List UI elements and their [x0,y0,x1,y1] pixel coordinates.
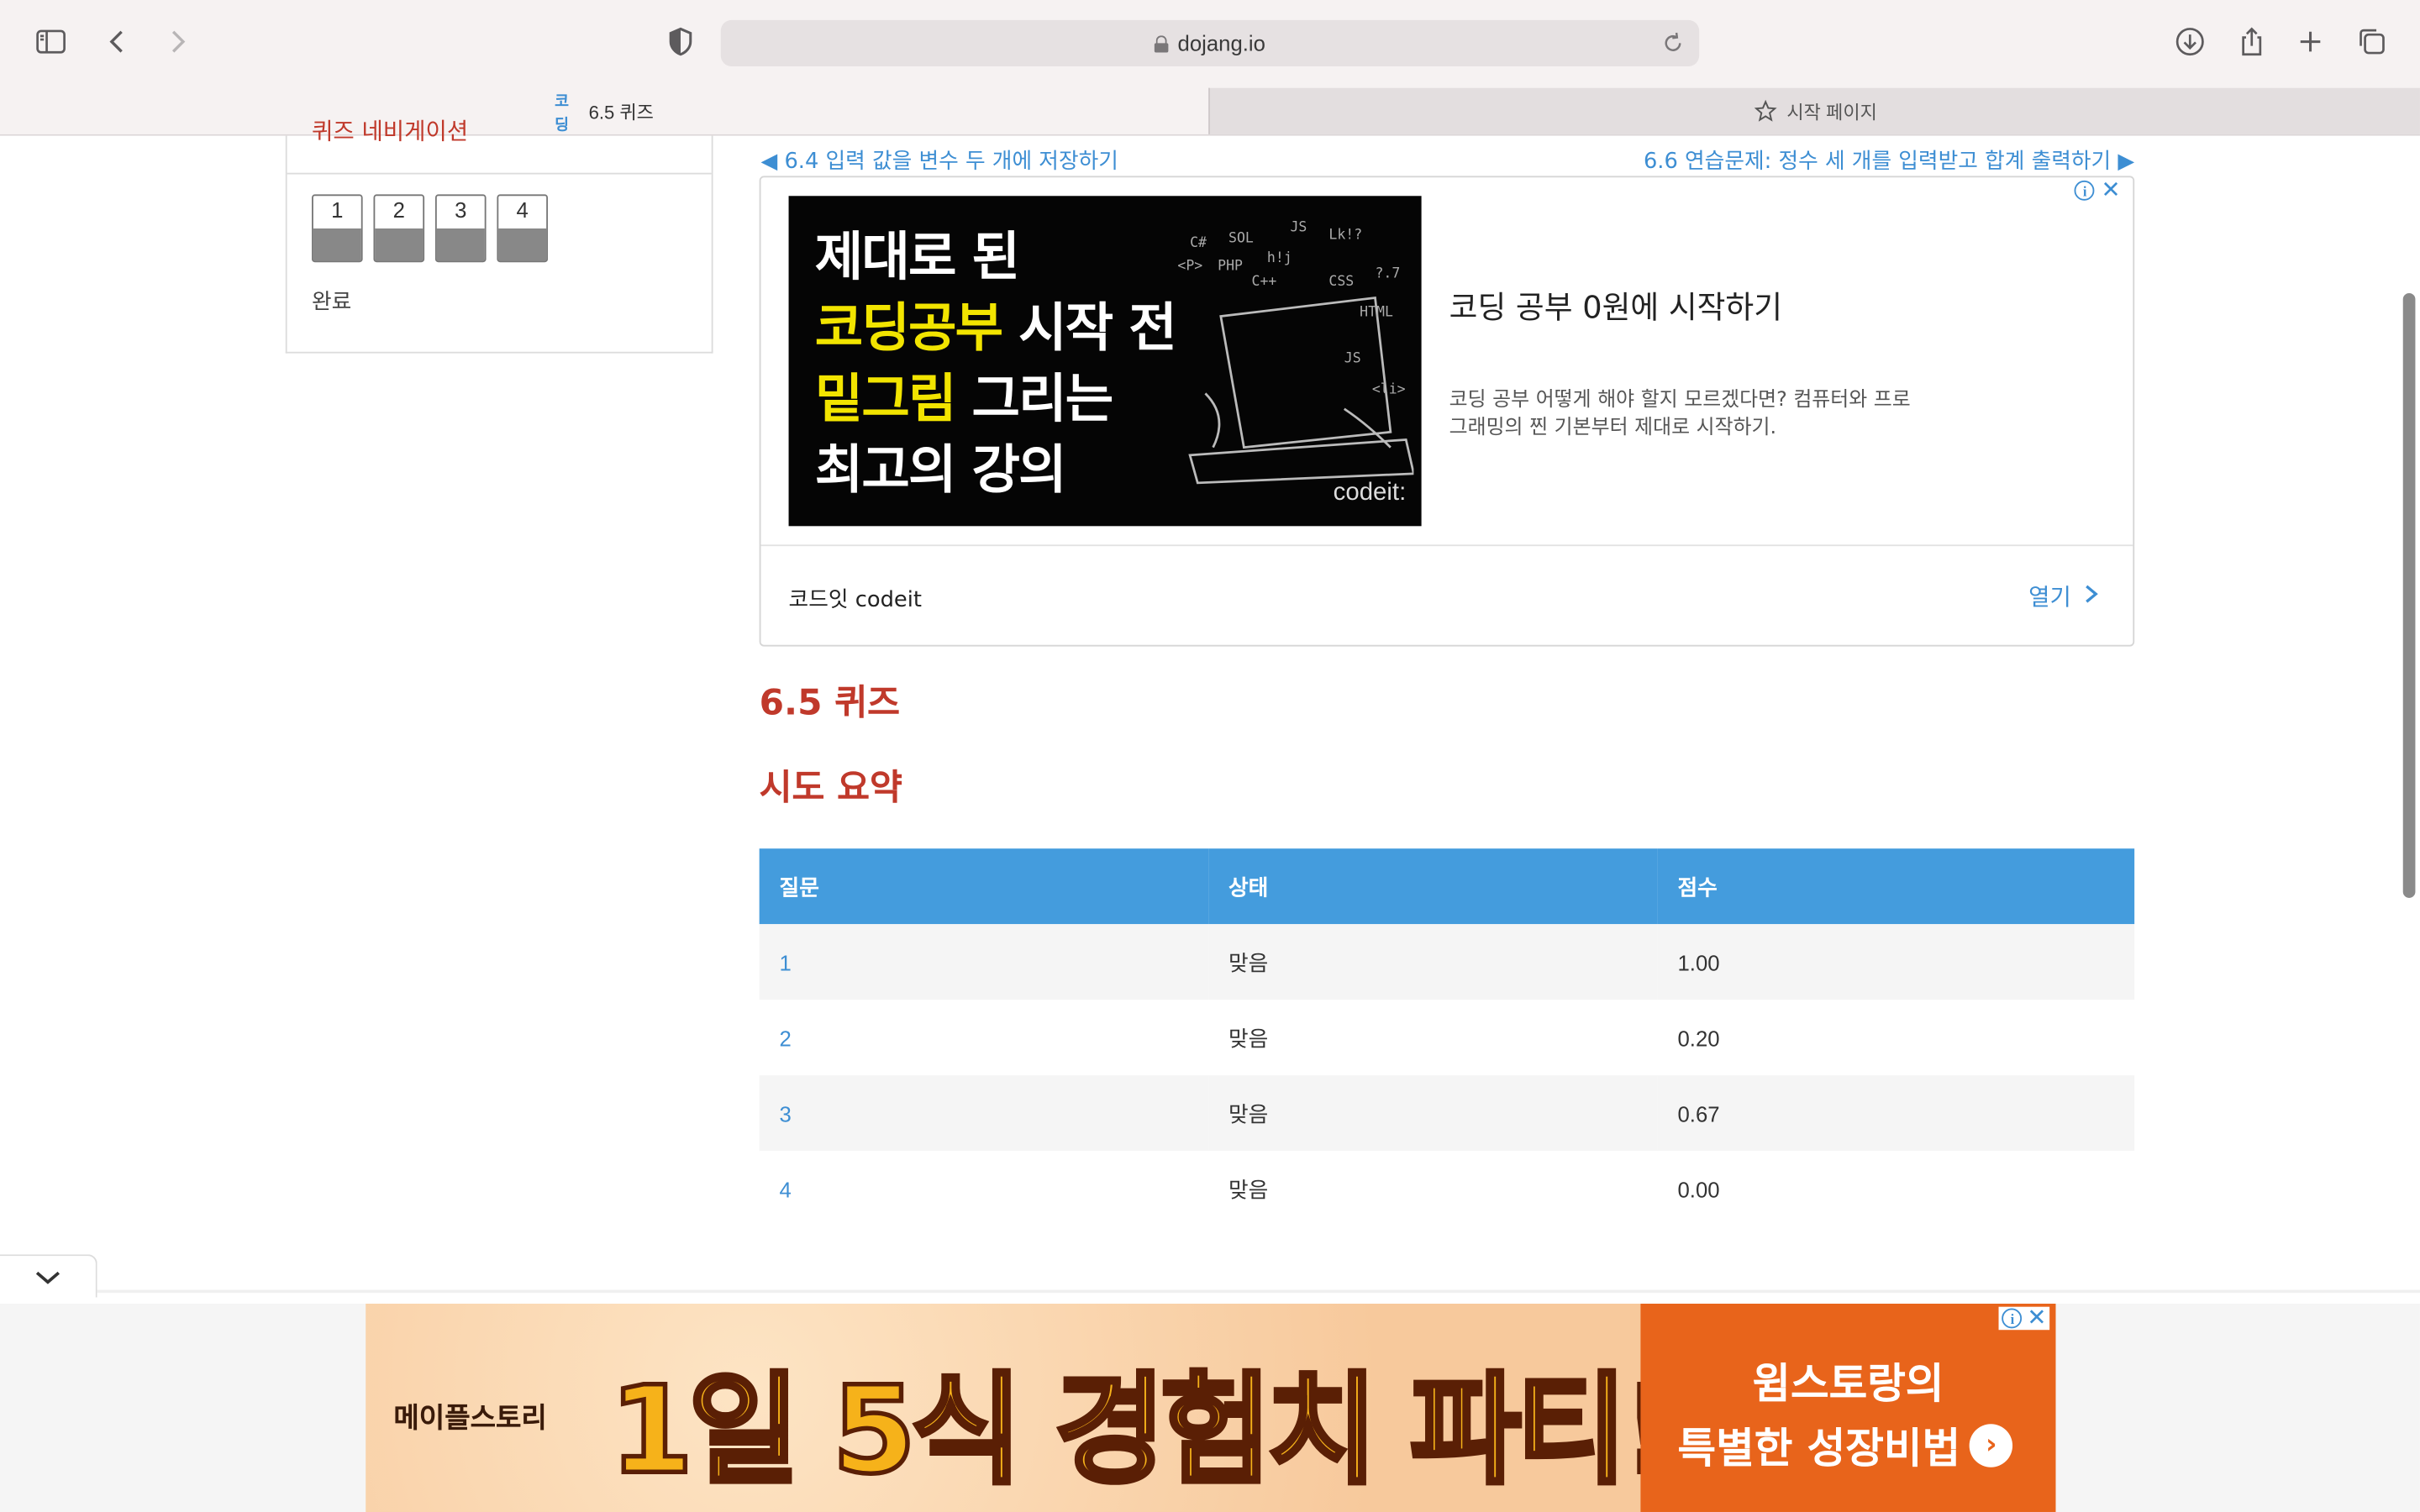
chevron-down-icon [35,1270,60,1284]
ad-open-button[interactable]: 열기 [2028,580,2099,613]
question-button-1[interactable]: 1 [312,194,363,263]
svg-text:JS: JS [1344,350,1361,366]
next-lesson-link[interactable]: 6.6 연습문제: 정수 세 개를 입력받고 합계 출력하기 ▶ [1644,145,2134,176]
svg-text:<li>: <li> [1372,381,1406,396]
dojang-favicon-icon: 코딩 [555,94,570,134]
banner-main-text: 1일 5식 경험치 파티! [608,1360,1680,1504]
divider [97,1289,2420,1294]
svg-text:<P>: <P> [1177,257,1202,273]
svg-text:C#: C# [1190,234,1207,250]
svg-text:PHP: PHP [1218,257,1243,273]
sidebar-toggle-icon[interactable] [31,22,71,62]
svg-text:JS: JS [1290,219,1307,235]
column-header-question: 질문 [759,848,1209,925]
svg-text:HTML: HTML [1360,304,1393,320]
banner-ad-choices[interactable]: i ✕ [1999,1306,2050,1331]
question-link[interactable]: 4 [760,1151,1208,1226]
ad-advertiser: 코드잇 codeit [788,587,922,613]
codeit-logo: codeit: [1333,480,1407,507]
banner-right-top-text: 윔스토랑의 [1752,1360,1944,1409]
question-link[interactable]: 1 [759,924,1209,1000]
tab-quiz[interactable]: 코딩 6.5 퀴즈 [0,87,1209,134]
banner-cta[interactable]: 특별한 성장비법 › [1677,1415,2013,1475]
svg-text:h!j: h!j [1267,249,1292,265]
section-title: 6.5 퀴즈 [759,683,900,724]
table-row: 3 맞음 0.67 [759,1075,2135,1152]
browser-toolbar: dojang.io [0,0,2420,88]
ad-description: 코딩 공부 어떻게 해야 할지 모르겠다면? 컴퓨터와 프로그래밍의 찐 기본부… [1449,388,1911,440]
screen: dojang.io 코딩 6.5 퀴즈 시작 페이지 퀴즈 네비게이션 1 2 … [0,0,2420,1512]
address-bar[interactable]: dojang.io [720,19,1700,66]
score-cell: 0.00 [1677,1176,1720,1201]
ad-headline[interactable]: 코딩 공부 0원에 시작하기 [1449,282,1782,327]
ad-info-icon[interactable]: i [2002,1308,2023,1329]
question-button-3[interactable]: 3 [434,194,487,263]
new-tab-icon[interactable] [2291,22,2331,62]
star-icon [1753,99,1777,123]
ad-info-icon[interactable]: i [2075,180,2096,201]
column-header-status: 상태 [1208,848,1658,925]
attempt-summary-table: 질문 상태 점수 1 맞음 1.00 2 맞음 0.20 3 맞음 0.67 4… [759,848,2135,1226]
ad-choices[interactable]: i ✕ [2075,178,2121,202]
status-cell: 맞음 [1228,1025,1269,1050]
tab-overview-icon[interactable] [2352,22,2392,62]
svg-text:SOL: SOL [1228,229,1254,245]
ad-image[interactable]: C# SOL JS Lk!? <P> PHP h!j C++ CSS ?.7 HTML JS <… [788,196,1422,527]
table-row: 2 맞음 0.20 [760,1000,2134,1075]
laptop-illustration-icon: C# SOL JS Lk!? <P> PHP h!j C++ CSS ?.7 HTML JS <… [1177,219,1414,485]
collapse-ad-button[interactable] [0,1254,97,1298]
ad-close-icon[interactable]: ✕ [2102,178,2121,202]
question-link[interactable]: 3 [759,1075,1209,1152]
ad-image-line-1: 제대로 된 [814,226,1020,289]
tab-label: 6.5 퀴즈 [588,101,654,123]
share-icon[interactable] [2232,22,2272,62]
ad-image-line-3: 밑그림 그리는 [814,368,1113,431]
summary-title: 시도 요약 [759,768,902,809]
question-button-2[interactable]: 2 [373,194,425,263]
banner-right-panel: 윔스토랑의 특별한 성장비법 › [1640,1304,2056,1512]
back-icon[interactable] [97,22,138,62]
status-cell: 맞음 [1208,1075,1658,1152]
page-scrollbar[interactable] [2402,292,2416,898]
table-row: 4 맞음 0.00 [760,1151,2134,1226]
tab-start-page[interactable]: 시작 페이지 [1208,87,2420,134]
privacy-shield-icon[interactable] [660,22,701,62]
question-button-4[interactable]: 4 [497,194,549,263]
table-header-row: 질문 상태 점수 [759,848,2135,925]
maplestory-banner-ad[interactable]: 메이플스토리 1일 5식 경험치 파티! 윔스토랑의 특별한 성장비법 › i … [366,1304,2056,1512]
svg-text:?.7: ?.7 [1375,265,1400,281]
divider [287,172,712,175]
question-buttons: 1 2 3 4 [312,194,549,263]
svg-text:C++: C++ [1252,273,1277,289]
ad-close-icon[interactable]: ✕ [2027,1306,2046,1330]
chevron-right-icon [2084,582,2099,610]
question-link[interactable]: 2 [760,1000,1208,1075]
status-cell: 맞음 [1208,924,1658,1000]
prev-lesson-link[interactable]: ◀ 6.4 입력 값을 변수 두 개에 저장하기 [760,145,1118,176]
status-cell: 맞음 [1228,1176,1269,1201]
downloads-icon[interactable] [2170,22,2210,62]
svg-text:Lk!?: Lk!? [1328,227,1362,243]
forward-icon[interactable] [157,22,197,62]
ad-image-line-4: 최고의 강의 [814,439,1067,501]
reload-icon[interactable] [1659,29,1686,57]
arrow-right-circle-icon: › [1970,1423,2013,1467]
score-cell: 0.67 [1657,1075,2135,1152]
url-text: dojang.io [1177,30,1265,56]
ad-footer: 코드잇 codeit 열기 [760,544,2133,644]
ad-card[interactable]: i ✕ C# SOL JS Lk!? <P> PHP h!j C++ CSS ?.7 [759,176,2135,647]
tab-label: 시작 페이지 [1786,101,1877,123]
quiz-navigation-title: 퀴즈 네비게이션 [312,117,469,145]
column-header-score: 점수 [1657,848,2135,925]
quiz-navigation-panel: 퀴즈 네비게이션 1 2 3 4 완료 [285,118,713,354]
ad-image-line-2: 코딩공부 시작 전 [814,297,1177,360]
score-cell: 0.20 [1677,1025,1720,1050]
score-cell: 1.00 [1657,924,2135,1000]
lock-icon [1154,34,1169,52]
table-row: 1 맞음 1.00 [759,924,2135,1000]
finish-review-link[interactable]: 완료 [312,286,351,317]
svg-text:CSS: CSS [1328,273,1354,289]
maplestory-logo: 메이플스토리 [393,1402,547,1436]
